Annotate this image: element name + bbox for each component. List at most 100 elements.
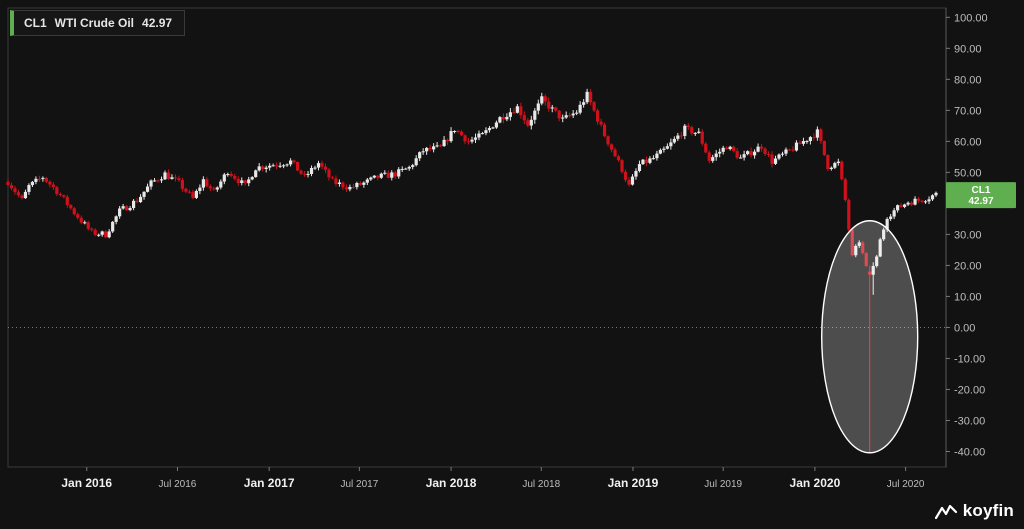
- candle-body: [20, 195, 24, 199]
- candle-body: [459, 131, 464, 136]
- candle-body: [533, 110, 537, 120]
- candle-body: [121, 206, 125, 209]
- candle-body: [704, 143, 708, 153]
- candle-body: [801, 141, 806, 144]
- candle-body: [79, 217, 83, 223]
- candle-body: [644, 159, 649, 163]
- candle-body: [564, 115, 568, 118]
- candle-body: [212, 188, 216, 190]
- candle-body: [491, 127, 495, 129]
- candle-body: [906, 202, 910, 205]
- candle-body: [714, 153, 718, 158]
- candle-body: [334, 178, 338, 184]
- candle-body: [522, 115, 526, 121]
- candle-body: [191, 192, 195, 198]
- candle-body: [118, 208, 122, 217]
- candle-body: [180, 180, 185, 189]
- candle-body: [606, 136, 610, 145]
- candle-body: [421, 151, 425, 153]
- candle-body: [759, 146, 764, 149]
- y-tick-label: -30.00: [954, 415, 985, 427]
- candle-body: [348, 186, 352, 190]
- candle-body: [770, 154, 774, 164]
- candle-body: [313, 167, 317, 169]
- candle-body: [114, 216, 118, 222]
- candle-body: [393, 172, 397, 177]
- candle-body: [369, 177, 373, 180]
- candle-body: [131, 200, 136, 209]
- candle-body: [100, 231, 104, 235]
- candle-body: [484, 130, 488, 134]
- candle-body: [205, 179, 209, 187]
- candle-body: [261, 166, 265, 169]
- candle-body: [240, 180, 244, 184]
- candle-body: [201, 179, 205, 188]
- last-price-tag: CL1 42.97: [946, 182, 1016, 209]
- candle-body: [679, 135, 683, 137]
- candle-body: [916, 198, 921, 201]
- candle-body: [27, 185, 31, 192]
- candle-body: [372, 175, 376, 178]
- x-tick-label: Jan 2016: [61, 476, 112, 490]
- candle-body: [37, 178, 41, 180]
- candle-body: [805, 141, 809, 143]
- candle-body: [735, 151, 739, 158]
- candle-body: [732, 146, 736, 152]
- candle-body: [627, 179, 631, 185]
- candle-body: [550, 107, 554, 109]
- candle-body: [432, 146, 436, 150]
- candle-body: [725, 147, 729, 150]
- candle-body: [327, 169, 331, 178]
- candle-body: [302, 173, 307, 175]
- candle-body: [470, 139, 474, 142]
- candle-body: [718, 151, 722, 154]
- candle-body: [407, 166, 411, 169]
- candle-body: [889, 216, 893, 219]
- candle-body: [728, 146, 732, 150]
- candle-body: [505, 116, 509, 120]
- candle-body: [278, 165, 282, 167]
- candle-body: [512, 112, 516, 114]
- candle-body: [34, 178, 38, 182]
- candle-body: [794, 142, 799, 151]
- chart-overlays: [8, 220, 946, 454]
- candle-body: [683, 125, 687, 136]
- candle-body: [766, 153, 771, 155]
- candle-body: [487, 128, 492, 131]
- candle-body: [749, 151, 753, 156]
- x-tick-label: Jan 2017: [244, 476, 295, 490]
- price-chart[interactable]: 100.0090.0080.0070.0060.0050.0040.0030.0…: [0, 0, 1024, 529]
- highlight-ellipse: [821, 220, 919, 454]
- candle-body: [6, 181, 10, 186]
- candle-body: [295, 162, 300, 171]
- candle-body: [138, 196, 143, 203]
- candle-body: [672, 138, 676, 143]
- candle-body: [843, 179, 847, 200]
- x-tick-label: Jul 2018: [522, 479, 560, 490]
- candle-body: [414, 158, 418, 166]
- candle-body: [233, 175, 237, 179]
- series-legend[interactable]: CL1 WTI Crude Oil 42.97: [10, 10, 186, 36]
- candle-body: [275, 165, 279, 167]
- candle-body: [519, 106, 523, 116]
- candle-body: [913, 198, 917, 205]
- last-price-tag-value: 42.97: [968, 196, 993, 207]
- candle-body: [613, 149, 617, 157]
- candle-body: [104, 231, 108, 238]
- brand-name: koyfin: [962, 501, 1014, 520]
- candle-body: [634, 171, 638, 177]
- candle-body: [658, 149, 662, 154]
- candle-body: [292, 160, 296, 163]
- candle-body: [365, 179, 369, 183]
- y-tick-label: 80.00: [954, 74, 982, 86]
- y-tick-label: 30.00: [954, 229, 982, 241]
- plot-area[interactable]: [7, 7, 947, 468]
- candle-body: [236, 178, 240, 184]
- candle-body: [571, 113, 575, 116]
- candle-body: [620, 160, 624, 172]
- candle-body: [13, 188, 17, 193]
- candle-body: [44, 177, 48, 182]
- candle-body: [128, 208, 132, 211]
- candle-body: [840, 161, 844, 180]
- x-tick-label: Jul 2019: [704, 479, 742, 490]
